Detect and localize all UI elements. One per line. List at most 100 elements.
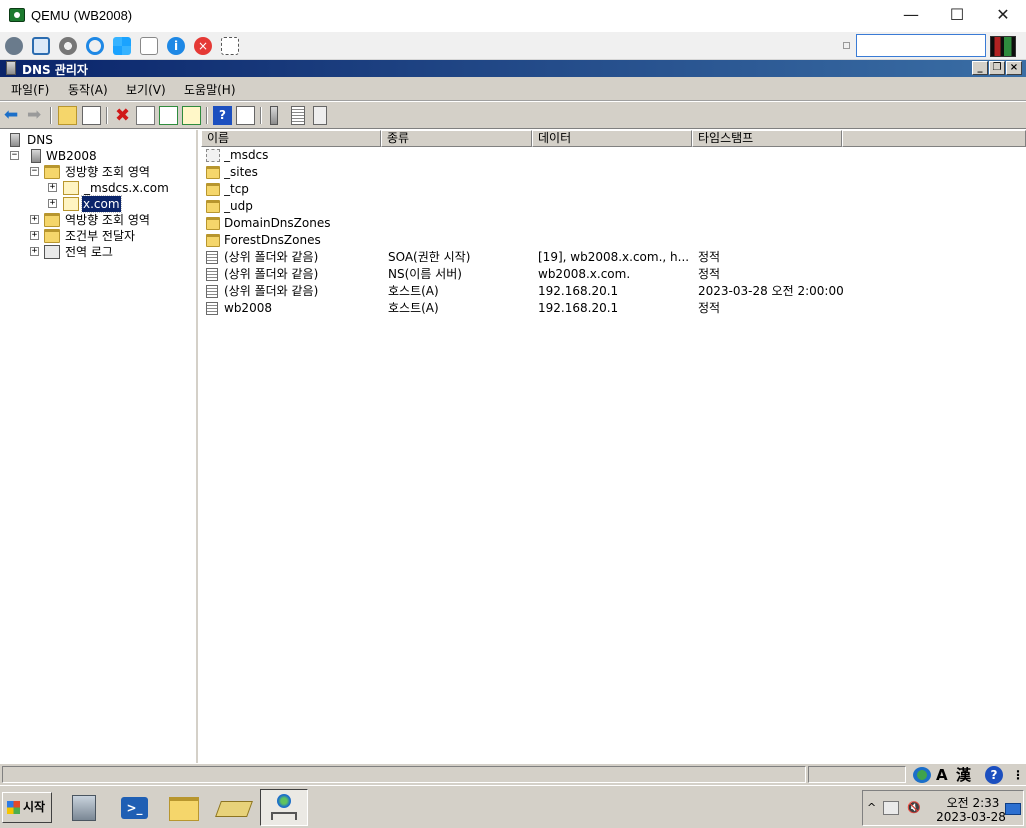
fullscreen-icon[interactable] bbox=[32, 37, 50, 55]
expand-icon[interactable]: + bbox=[30, 247, 39, 256]
clock-time[interactable]: 오전 2:33 bbox=[943, 794, 1003, 811]
list-row[interactable]: wb2008 호스트(A) 192.168.20.1 정적 bbox=[201, 300, 1026, 317]
tray-expand-icon[interactable]: ^ bbox=[867, 801, 876, 814]
row-name: _tcp bbox=[224, 182, 249, 196]
row-name: (상위 폴더와 같음) bbox=[224, 267, 319, 281]
row-timestamp: 2023-03-28 오전 2:00:00 bbox=[698, 284, 844, 298]
list-icon[interactable] bbox=[291, 106, 305, 125]
menu-help[interactable]: 도움말(H) bbox=[184, 81, 236, 98]
clock-date[interactable]: 2023-03-28 bbox=[933, 810, 1009, 824]
ime-mode-toggle[interactable]: A bbox=[936, 765, 948, 785]
show-desktop-icon[interactable] bbox=[1005, 803, 1021, 815]
taskbar-explorer[interactable] bbox=[160, 789, 208, 826]
clipboard-icon[interactable] bbox=[313, 106, 327, 125]
list-row[interactable]: ForestDnsZones bbox=[201, 232, 1026, 249]
menu-file[interactable]: 파일(F) bbox=[11, 81, 49, 98]
menu-action[interactable]: 동작(A) bbox=[68, 81, 108, 98]
ime-hanja-toggle[interactable]: 漢 bbox=[956, 765, 971, 785]
column-header-filler bbox=[842, 130, 1026, 147]
menu-bar: 파일(F) 동작(A) 보기(V) 도움말(H) bbox=[0, 77, 1026, 101]
server-manager-icon bbox=[72, 795, 96, 821]
list-row[interactable]: _udp bbox=[201, 198, 1026, 215]
maximize-button[interactable]: ☐ bbox=[934, 0, 980, 32]
column-header-name[interactable]: 이름 bbox=[201, 130, 381, 147]
taskbar-server-manager[interactable] bbox=[60, 789, 108, 826]
taskbar: 시작 >_ ^ 🔇 오전 2:33 2023-03-28 bbox=[0, 785, 1026, 828]
row-timestamp: 정적 bbox=[698, 267, 721, 281]
list-row[interactable]: (상위 폴더와 같음) SOA(권한 시작) [19], wb2008.x.com.… bbox=[201, 249, 1026, 266]
mdi-restore-button[interactable]: ❐ bbox=[989, 61, 1005, 75]
row-type: 호스트(A) bbox=[388, 284, 439, 298]
status-panel-secondary bbox=[808, 766, 906, 783]
taskbar-powershell[interactable]: >_ bbox=[110, 789, 158, 826]
expand-icon[interactable]: + bbox=[48, 199, 57, 208]
mdi-minimize-button[interactable]: _ bbox=[972, 61, 988, 75]
expand-icon[interactable]: + bbox=[30, 231, 39, 240]
expand-icon[interactable]: + bbox=[48, 183, 57, 192]
row-timestamp: 정적 bbox=[698, 250, 721, 264]
column-header-type[interactable]: 종류 bbox=[381, 130, 532, 147]
properties-icon[interactable] bbox=[136, 106, 155, 125]
taskbar-notes[interactable] bbox=[210, 789, 258, 826]
info-icon[interactable]: i bbox=[167, 37, 185, 55]
collapse-icon[interactable]: − bbox=[30, 167, 39, 176]
list-row[interactable]: (상위 폴더와 같음) NS(이름 서버) wb2008.x.com. 정적 bbox=[201, 266, 1026, 283]
up-icon[interactable] bbox=[58, 106, 77, 125]
column-header-timestamp[interactable]: 타임스탬프 bbox=[692, 130, 842, 147]
powershell-icon: >_ bbox=[121, 797, 148, 819]
color-indicator-icon[interactable] bbox=[990, 36, 1016, 57]
list-row[interactable]: _tcp bbox=[201, 181, 1026, 198]
ime-language-icon[interactable] bbox=[913, 767, 931, 783]
row-name: wb2008 bbox=[224, 301, 272, 315]
stop-icon[interactable]: × bbox=[194, 37, 212, 55]
forward-icon[interactable]: ➡ bbox=[27, 106, 46, 125]
mmc-title-bar: DNS 관리자 _ ❐ × bbox=[0, 60, 1026, 77]
start-button[interactable]: 시작 bbox=[2, 792, 52, 823]
zone-icon bbox=[63, 181, 79, 195]
list-row[interactable]: DomainDnsZones bbox=[201, 215, 1026, 232]
settings-icon[interactable] bbox=[59, 37, 77, 55]
windows-icon[interactable] bbox=[113, 37, 131, 55]
row-name: _udp bbox=[224, 199, 253, 213]
close-button[interactable]: ✕ bbox=[980, 0, 1026, 32]
list-row[interactable]: (상위 폴더와 같음) 호스트(A) 192.168.20.1 2023-03-28 … bbox=[201, 283, 1026, 300]
menu-view[interactable]: 보기(V) bbox=[126, 81, 166, 98]
delete-icon[interactable]: ✖ bbox=[113, 106, 132, 125]
screenshot-icon[interactable] bbox=[221, 37, 239, 55]
folder-icon bbox=[206, 234, 220, 247]
refresh-icon[interactable] bbox=[159, 106, 178, 125]
mdi-close-button[interactable]: × bbox=[1006, 61, 1022, 75]
connections-icon[interactable] bbox=[5, 37, 23, 55]
collapse-icon[interactable]: − bbox=[10, 151, 19, 160]
ime-options-icon[interactable]: ⋮ bbox=[1012, 765, 1024, 785]
server-icon bbox=[31, 149, 41, 163]
list-row[interactable]: _sites bbox=[201, 164, 1026, 181]
expand-icon[interactable]: + bbox=[30, 215, 39, 224]
windows-logo-icon bbox=[7, 801, 20, 814]
start-label: 시작 bbox=[23, 800, 46, 814]
list-row[interactable]: _msdcs bbox=[201, 147, 1026, 164]
show-hide-tree-icon[interactable] bbox=[82, 106, 101, 125]
help-icon[interactable]: ? bbox=[213, 106, 232, 125]
back-icon[interactable]: ⬅ bbox=[4, 106, 23, 125]
zone-icon bbox=[63, 197, 79, 211]
server-icon[interactable] bbox=[270, 106, 278, 125]
qemu-window-title: QEMU (WB2008) bbox=[31, 8, 133, 23]
help-icon[interactable]: ? bbox=[985, 766, 1003, 784]
taskbar-dns-manager[interactable] bbox=[260, 789, 308, 826]
folder-icon bbox=[206, 166, 220, 179]
column-header-data[interactable]: 데이터 bbox=[532, 130, 692, 147]
export-icon[interactable] bbox=[182, 106, 201, 125]
network-icon[interactable] bbox=[883, 801, 899, 815]
row-data: 192.168.20.1 bbox=[538, 301, 619, 315]
qemu-search-input[interactable] bbox=[856, 34, 986, 57]
result-list: 이름 종류 데이터 타임스탬프 _msdcs _sites _tcp _udp … bbox=[201, 130, 1026, 763]
qemu-small-toggle[interactable] bbox=[843, 42, 850, 49]
volume-muted-icon[interactable]: 🔇 bbox=[907, 801, 921, 815]
row-timestamp: 정적 bbox=[698, 301, 721, 315]
record-icon bbox=[206, 302, 218, 315]
refresh-icon[interactable] bbox=[86, 37, 104, 55]
action-pane-icon[interactable] bbox=[236, 106, 255, 125]
usb-icon[interactable] bbox=[140, 37, 158, 55]
minimize-button[interactable]: — bbox=[888, 0, 934, 32]
